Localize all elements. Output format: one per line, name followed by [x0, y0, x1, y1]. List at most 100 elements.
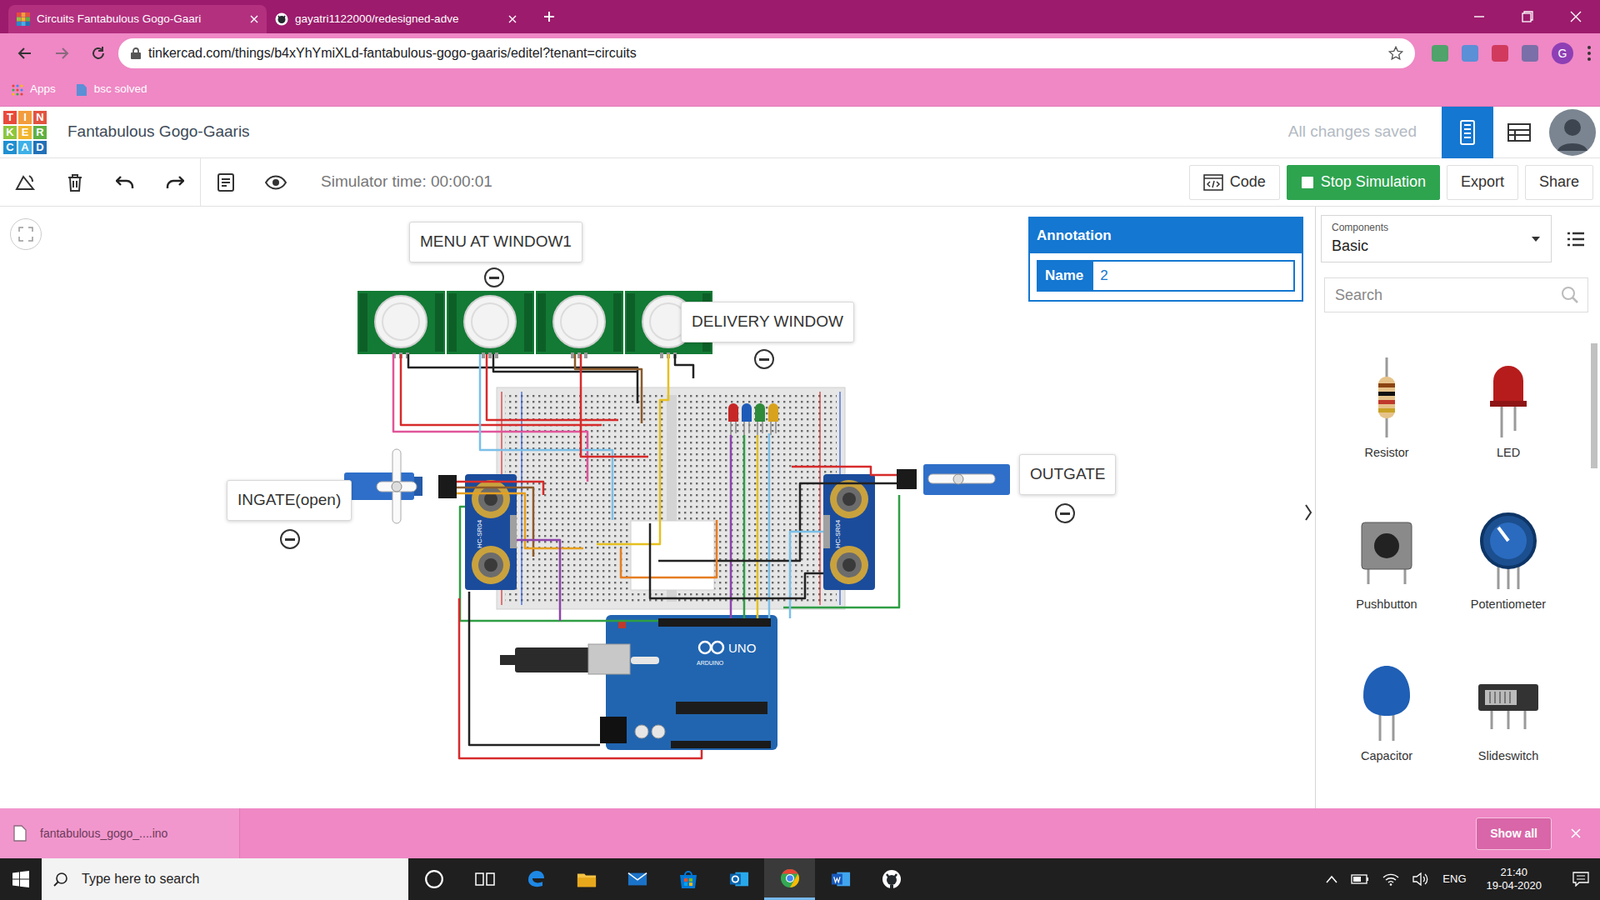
taskbar-app[interactable] — [611, 858, 663, 900]
start-button[interactable] — [0, 858, 42, 900]
notifications-button[interactable] — [1561, 858, 1600, 900]
collapse-note-button[interactable] — [484, 267, 505, 288]
wire[interactable] — [575, 354, 642, 424]
component-item[interactable]: Potentiometer — [1447, 477, 1570, 615]
panel-scrollbar[interactable] — [1590, 323, 1599, 790]
wire[interactable] — [580, 354, 649, 457]
wire[interactable] — [469, 591, 600, 745]
taskbar-app[interactable] — [865, 858, 917, 900]
wire[interactable] — [756, 435, 760, 619]
battery-icon[interactable] — [1350, 874, 1370, 885]
annotation-note[interactable]: DELIVERY WINDOW — [680, 301, 855, 343]
extension-icon[interactable] — [1521, 45, 1539, 62]
redo-button[interactable] — [150, 158, 200, 207]
schematic-view-button[interactable] — [1493, 106, 1545, 159]
extension-icon[interactable] — [1431, 45, 1449, 62]
profile-button[interactable]: G — [1551, 42, 1574, 65]
new-tab-button[interactable] — [525, 0, 574, 34]
extension-icon[interactable] — [1491, 45, 1509, 62]
wire[interactable] — [620, 520, 717, 578]
show-all-button[interactable]: Show all — [1475, 817, 1552, 850]
wire[interactable] — [460, 506, 659, 621]
rotate-button[interactable] — [0, 158, 50, 207]
wifi-icon[interactable] — [1382, 872, 1400, 886]
clock[interactable]: 21:40 19-04-2020 — [1480, 865, 1550, 894]
left-servo[interactable] — [344, 449, 457, 524]
wire[interactable] — [480, 354, 613, 520]
wire[interactable] — [650, 523, 824, 599]
user-avatar[interactable] — [1545, 106, 1600, 159]
collapse-note-button[interactable] — [754, 349, 775, 370]
led[interactable] — [728, 403, 739, 435]
scroll-thumb[interactable] — [1590, 343, 1598, 469]
annotation-note[interactable]: INGATE(open) — [226, 480, 352, 521]
bookmark[interactable]: Apps — [11, 80, 56, 98]
wire[interactable] — [658, 483, 897, 561]
undo-button[interactable] — [100, 158, 150, 207]
taskbar-app[interactable] — [662, 858, 714, 900]
component-item[interactable]: Resistor — [1325, 325, 1448, 463]
led[interactable] — [755, 403, 765, 435]
collapse-note-button[interactable] — [1055, 503, 1075, 524]
menu-dots-icon[interactable] — [1586, 45, 1592, 62]
toolbar-button[interactable]: Export — [1446, 165, 1519, 200]
wire[interactable] — [768, 433, 771, 619]
circuit-view-button[interactable] — [1441, 106, 1494, 159]
browser-tab[interactable]: gayatri1122000/redesigned-adve — [266, 5, 525, 34]
reload-button[interactable] — [81, 36, 115, 70]
notes-button[interactable] — [200, 158, 251, 207]
component-item[interactable]: Slideswitch — [1447, 629, 1570, 766]
wire[interactable] — [675, 354, 694, 379]
taskbar-app[interactable] — [459, 858, 510, 900]
taskbar-app[interactable] — [560, 858, 612, 900]
volume-icon[interactable] — [1412, 872, 1430, 886]
wire[interactable] — [791, 466, 897, 475]
wire[interactable] — [400, 354, 602, 425]
wire[interactable] — [408, 354, 638, 404]
usb-cable[interactable] — [500, 644, 630, 675]
ultrasonic-sensor[interactable]: HC-SR04 — [465, 474, 517, 590]
component-item[interactable]: Capacitor — [1325, 629, 1448, 766]
minimize-button[interactable] — [1455, 0, 1504, 34]
design-title[interactable]: Fantabulous Gogo-Gaaris — [67, 120, 250, 145]
annotation-note[interactable]: OUTGATE — [1019, 454, 1116, 495]
name-input[interactable] — [1091, 260, 1295, 292]
download-item[interactable]: fantabulous_gogo_....ino — [0, 808, 240, 859]
wire[interactable] — [790, 531, 824, 619]
extension-icon[interactable] — [1461, 45, 1479, 62]
code-button[interactable]: Code — [1189, 165, 1280, 200]
annotation-note[interactable]: MENU AT WINDOW1 — [409, 221, 583, 263]
pir-sensor[interactable] — [357, 290, 445, 359]
component-item[interactable]: Pushbutton — [1325, 477, 1448, 615]
taskbar-app[interactable] — [713, 858, 765, 900]
caret-up-icon[interactable] — [1325, 875, 1338, 884]
collapse-panel-button[interactable] — [1301, 494, 1315, 531]
taskbar-app[interactable] — [815, 858, 866, 900]
star-icon[interactable] — [1388, 45, 1404, 61]
wire[interactable] — [486, 354, 619, 420]
close-downloads-button[interactable] — [1551, 816, 1600, 850]
wire[interactable] — [743, 435, 746, 619]
restore-button[interactable] — [1503, 0, 1552, 34]
taskbar-app[interactable] — [408, 858, 460, 900]
browser-tab[interactable]: Circuits Fantabulous Gogo-Gaari — [8, 5, 267, 34]
component-item[interactable]: LED — [1447, 325, 1570, 463]
led[interactable] — [741, 403, 752, 435]
input-language[interactable]: ENG — [1442, 870, 1466, 888]
omnibox[interactable]: tinkercad.com/things/b4xYhYmiXLd-fantabu… — [118, 38, 1415, 69]
close-button[interactable] — [1551, 0, 1600, 34]
search-input[interactable] — [1333, 283, 1561, 308]
taskbar-search[interactable]: Type here to search — [41, 858, 409, 900]
toolbar-button[interactable]: Share — [1525, 165, 1594, 200]
wire[interactable] — [393, 354, 588, 482]
pir-sensor[interactable] — [446, 290, 535, 359]
circuit-canvas[interactable]: HC-SR04HC-SR04UNOARDUINO MENU AT WINDOW1… — [0, 206, 1315, 809]
fit-view-button[interactable] — [10, 218, 42, 250]
wire[interactable] — [456, 487, 534, 557]
wire[interactable] — [596, 354, 669, 545]
wire[interactable] — [516, 540, 560, 621]
tinkercad-logo[interactable]: TINKERCAD — [2, 110, 48, 155]
right-servo[interactable] — [896, 464, 1010, 495]
wire[interactable] — [459, 598, 702, 759]
arduino-uno[interactable]: UNOARDUINO — [600, 615, 778, 750]
